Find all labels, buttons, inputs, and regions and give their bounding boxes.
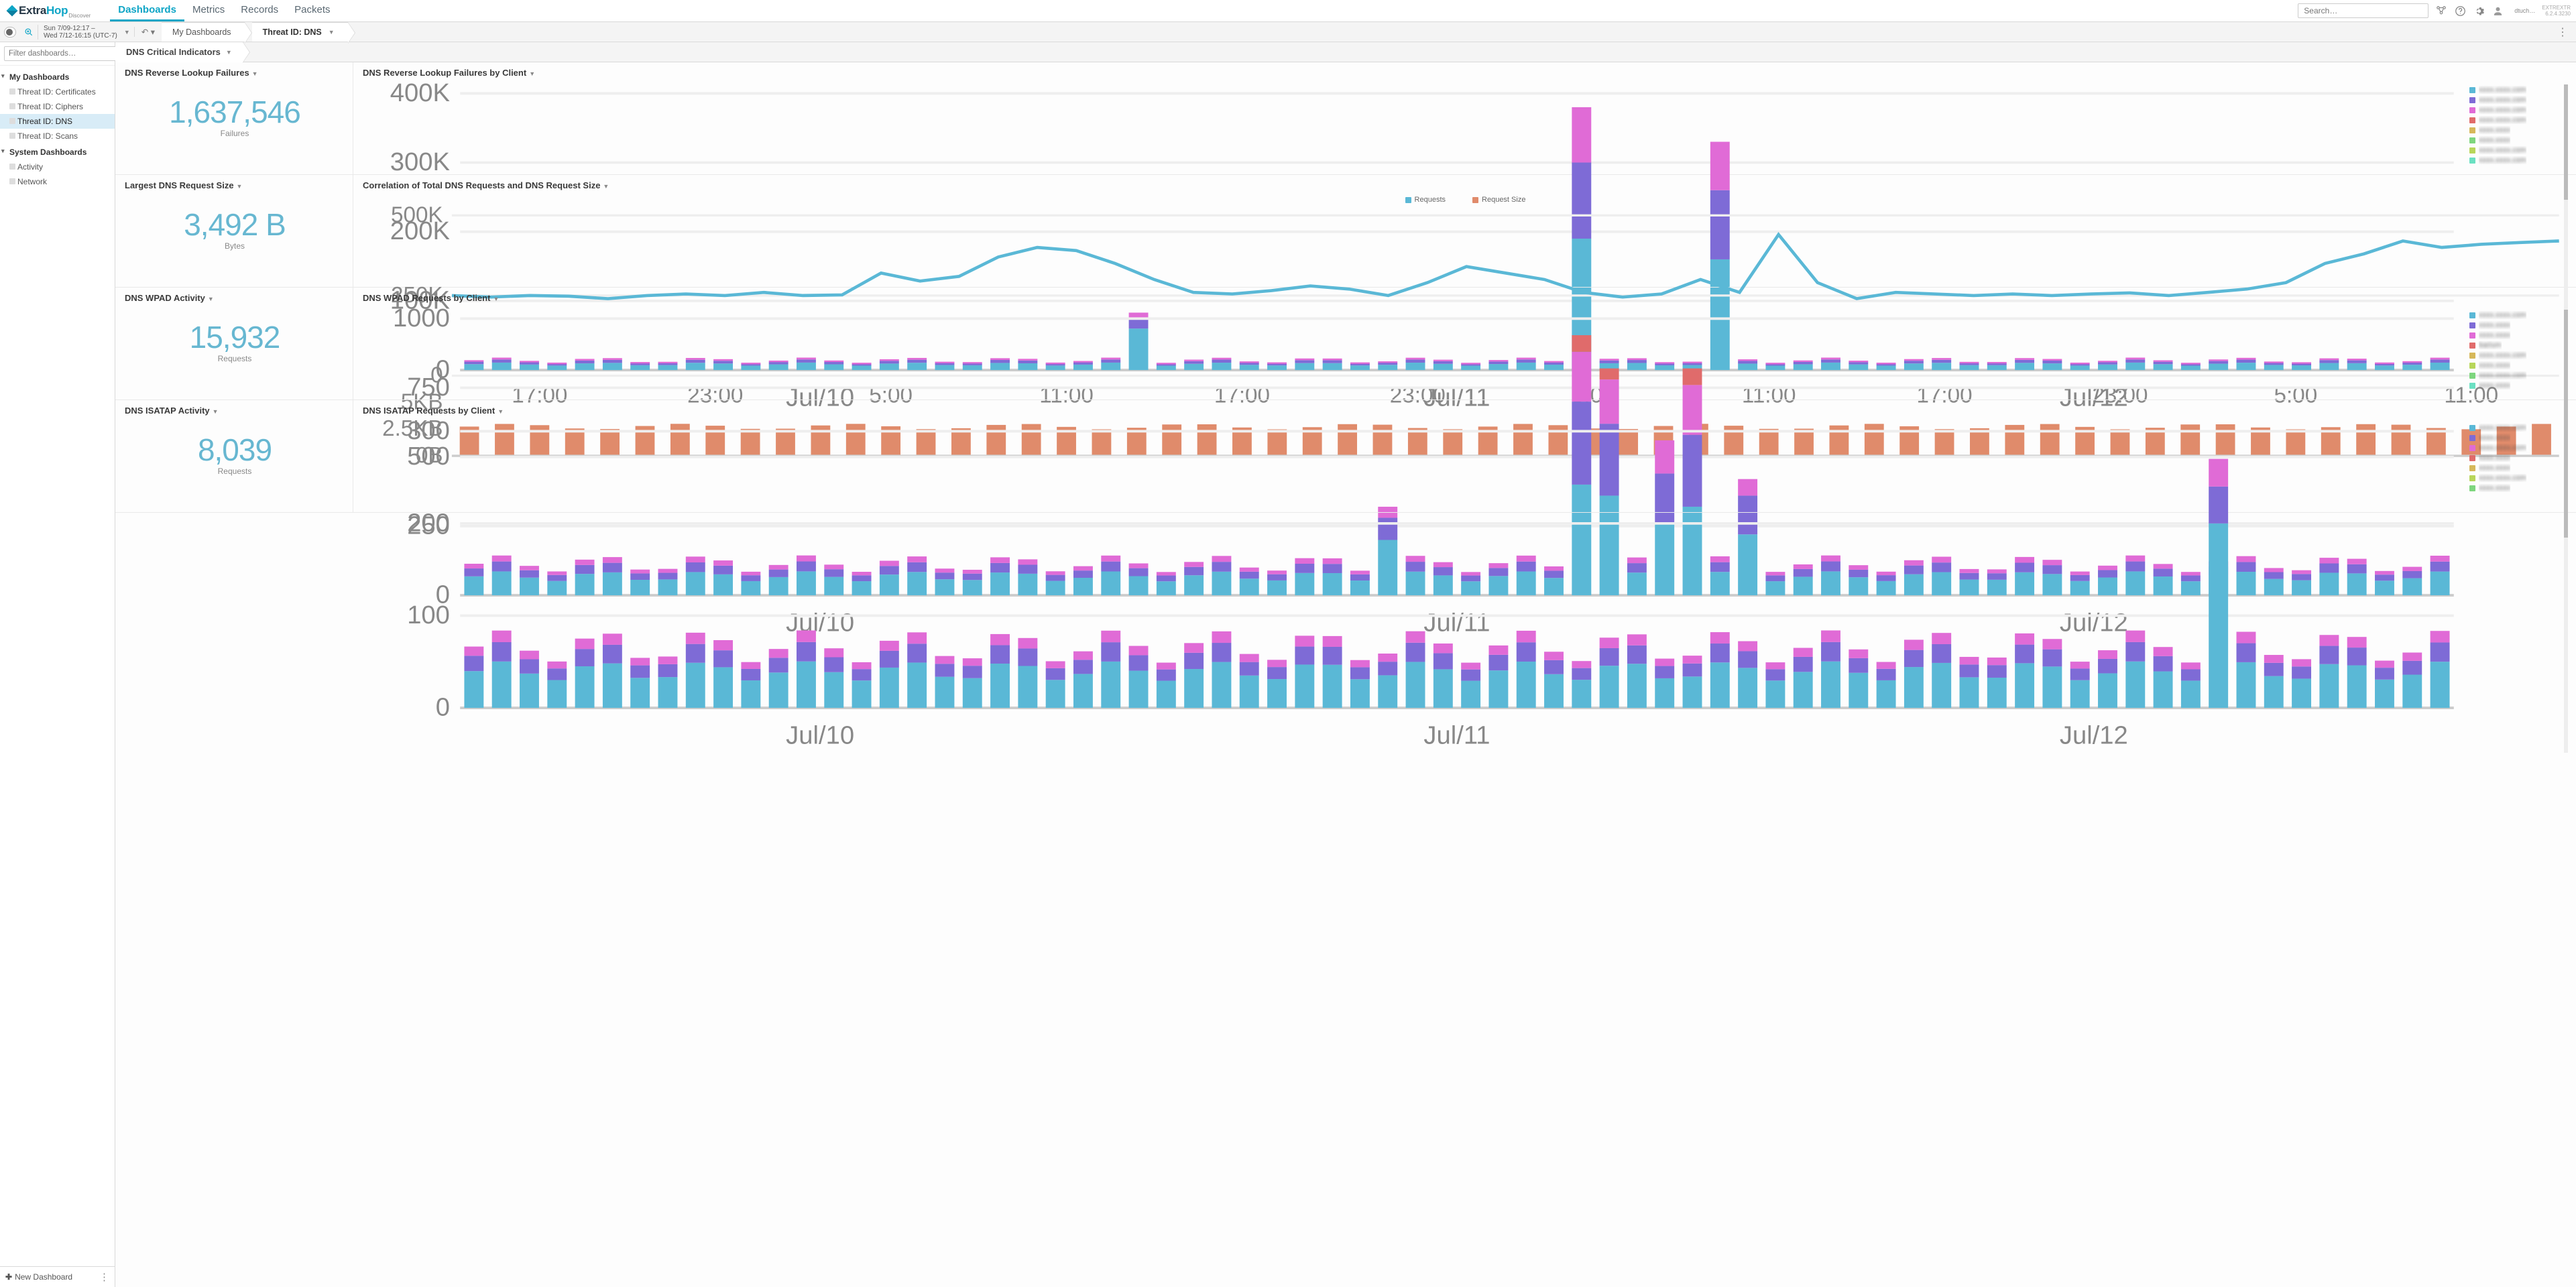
- breadcrumb-root[interactable]: My Dashboards: [162, 22, 245, 42]
- stat-request-size: Largest DNS Request Size▼ 3,492 B Bytes: [115, 175, 353, 288]
- sidebar-item-activity[interactable]: Activity: [0, 160, 115, 174]
- svg-text:100: 100: [407, 601, 450, 629]
- logo-mark-icon: [7, 5, 18, 17]
- chart-wpad: DNS WPAD Requests by Client▼ 02505007501…: [353, 288, 2576, 400]
- main-area: My Dashboards Threat ID: Certificates Th…: [0, 42, 2576, 1287]
- stat-isatap: DNS ISATAP Activity▼ 8,039 Requests: [115, 400, 353, 513]
- sidebar-group-system[interactable]: System Dashboards: [0, 143, 115, 160]
- sidebar-item-dns[interactable]: Threat ID: DNS: [0, 114, 115, 129]
- live-toggle[interactable]: [4, 27, 16, 38]
- nav-records[interactable]: Records: [233, 0, 286, 21]
- global-search-input[interactable]: [2298, 3, 2428, 18]
- gear-icon[interactable]: [2473, 5, 2485, 17]
- chart-canvas[interactable]: 0 100 200 300 Jul/10 Jul/11 Jul/12: [363, 421, 2464, 754]
- page-menu-icon[interactable]: ⋮: [2549, 25, 2576, 39]
- region-title[interactable]: DNS Critical Indicators▼: [115, 42, 243, 62]
- stat-title[interactable]: DNS Reverse Lookup Failures▼: [125, 68, 345, 78]
- stat-reverse-lookup: DNS Reverse Lookup Failures▼ 1,637,546 F…: [115, 62, 353, 175]
- brand-subtitle: Discover: [68, 12, 91, 19]
- chart-title[interactable]: DNS WPAD Requests by Client▼: [363, 293, 2568, 303]
- stat-title[interactable]: DNS WPAD Activity▼: [125, 293, 345, 303]
- sidebar-item-scans[interactable]: Threat ID: Scans: [0, 129, 115, 143]
- stat-title[interactable]: Largest DNS Request Size▼: [125, 180, 345, 190]
- nav-metrics[interactable]: Metrics: [184, 0, 233, 21]
- chart-legend: xxxx.xxxx.comxxxx.xxxxxxxx.xxxx.comxxxx.…: [2464, 421, 2568, 754]
- breadcrumb-current[interactable]: Threat ID: DNS▼: [252, 22, 348, 42]
- dashboard-sidebar: My Dashboards Threat ID: Certificates Th…: [0, 42, 115, 1287]
- help-icon[interactable]: [2454, 5, 2466, 17]
- stat-value: 8,039: [125, 432, 345, 468]
- chart-isatap: DNS ISATAP Requests by Client▼ 010020030…: [353, 400, 2576, 513]
- sidebar-group-my[interactable]: My Dashboards: [0, 68, 115, 84]
- user-icon[interactable]: [2492, 5, 2504, 17]
- sidebar-menu-icon[interactable]: ⋮: [99, 1271, 109, 1283]
- svg-text:200: 200: [407, 508, 450, 537]
- secondary-bar: Sun 7/09-12:17 – Wed 7/12-16:15 (UTC-7) …: [0, 22, 2576, 42]
- svg-text:300: 300: [407, 421, 450, 445]
- caret-down-icon[interactable]: ▼: [123, 29, 134, 36]
- chart-reverse-lookup: DNS Reverse Lookup Failures by Client▼ 0…: [353, 62, 2576, 175]
- svg-text:1000: 1000: [393, 308, 450, 332]
- filter-dashboards-input[interactable]: [4, 46, 117, 61]
- svg-text:Jul/10: Jul/10: [786, 721, 854, 750]
- svg-text:500K: 500K: [391, 206, 443, 227]
- new-dashboard-button[interactable]: ✚New Dashboard: [5, 1272, 72, 1282]
- chart-title[interactable]: DNS Reverse Lookup Failures by Client▼: [363, 68, 2568, 78]
- svg-text:750: 750: [407, 373, 450, 402]
- username-label: dtuch…: [2510, 7, 2535, 14]
- graph-icon[interactable]: [2435, 5, 2447, 17]
- dashboard-tree: My Dashboards Threat ID: Certificates Th…: [0, 66, 115, 1266]
- primary-nav: Dashboards Metrics Records Packets: [110, 0, 338, 21]
- chart-legend: Requests Request Size: [363, 196, 2568, 204]
- chart-correlation: Correlation of Total DNS Requests and DN…: [353, 175, 2576, 288]
- stat-unit: Requests: [125, 467, 345, 476]
- stat-value: 15,932: [125, 319, 345, 355]
- stat-unit: Bytes: [125, 241, 345, 251]
- svg-text:300K: 300K: [390, 147, 451, 176]
- sidebar-item-ciphers[interactable]: Threat ID: Ciphers: [0, 99, 115, 114]
- svg-text:0: 0: [436, 693, 450, 722]
- stat-unit: Requests: [125, 354, 345, 363]
- svg-text:400K: 400K: [390, 83, 451, 107]
- nav-packets[interactable]: Packets: [286, 0, 338, 21]
- version-label: EXTREXTR 6.2.4.3230: [2542, 5, 2571, 17]
- sidebar-item-certificates[interactable]: Threat ID: Certificates: [0, 84, 115, 99]
- svg-text:Jul/12: Jul/12: [2060, 721, 2128, 750]
- stat-unit: Failures: [125, 129, 345, 138]
- chart-title[interactable]: Correlation of Total DNS Requests and DN…: [363, 180, 2568, 190]
- zoom-icon[interactable]: [20, 27, 38, 37]
- history-back-button[interactable]: ↶ ▾: [134, 27, 162, 37]
- stat-title[interactable]: DNS ISATAP Activity▼: [125, 406, 345, 416]
- brand-name: ExtraHop: [19, 4, 68, 17]
- nav-dashboards[interactable]: Dashboards: [110, 0, 184, 21]
- top-header: ExtraHop Discover Dashboards Metrics Rec…: [0, 0, 2576, 22]
- sidebar-item-network[interactable]: Network: [0, 174, 115, 189]
- svg-text:Jul/11: Jul/11: [1423, 721, 1490, 750]
- dashboard-content: DNS Critical Indicators▼ DNS Reverse Loo…: [115, 42, 2576, 1287]
- stat-wpad: DNS WPAD Activity▼ 15,932 Requests: [115, 288, 353, 400]
- stat-value: 1,637,546: [125, 94, 345, 130]
- stat-value: 3,492 B: [125, 206, 345, 243]
- time-range-picker[interactable]: Sun 7/09-12:17 – Wed 7/12-16:15 (UTC-7): [38, 25, 123, 40]
- chart-title[interactable]: DNS ISATAP Requests by Client▼: [363, 406, 2568, 416]
- brand-logo[interactable]: ExtraHop Discover: [4, 3, 97, 19]
